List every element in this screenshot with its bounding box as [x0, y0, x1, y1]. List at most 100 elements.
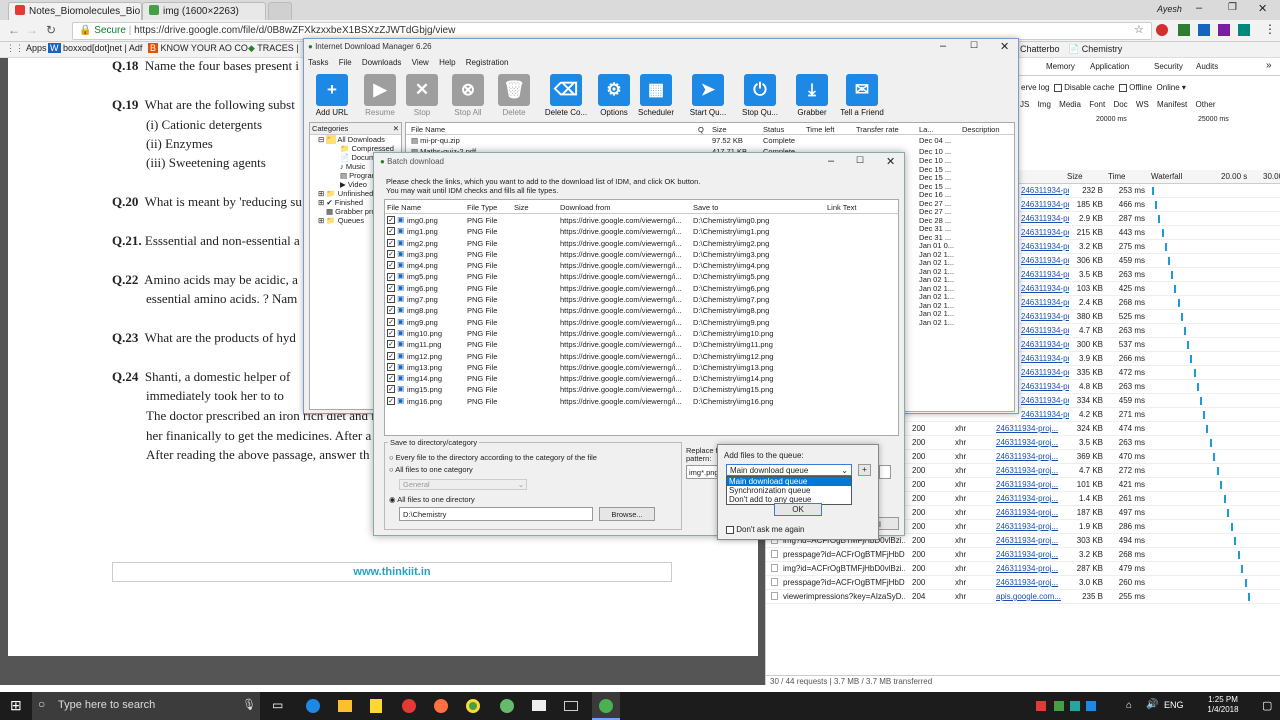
- idm-taskbar-icon[interactable]: [592, 692, 620, 720]
- mail-icon[interactable]: [532, 700, 546, 711]
- batch-row[interactable]: ✓ ▣ img10.png PNG File https://drive.google…: [385, 327, 898, 338]
- initiator[interactable]: 246311934-proj...: [996, 508, 1066, 517]
- maximize-icon[interactable]: ☐: [970, 40, 978, 51]
- initiator[interactable]: 246311934-proj...: [1021, 284, 1069, 293]
- checkbox-checked[interactable]: ✓ ▣: [387, 271, 404, 281]
- initiator[interactable]: 246311934-proj...: [1021, 340, 1069, 349]
- batch-row[interactable]: ✓ ▣ img8.png PNG File https://drive.google.…: [385, 304, 898, 315]
- bookmark-traces[interactable]: ◆ TRACES |: [248, 43, 299, 54]
- initiator[interactable]: 246311934-proj...: [1021, 382, 1069, 391]
- devtools-tab[interactable]: Chatterbo: [1020, 44, 1060, 54]
- initiator[interactable]: 246311934-proj...: [996, 438, 1066, 447]
- tab-memory[interactable]: Memory: [1046, 62, 1075, 71]
- toolbar-button[interactable]: ⌫ Delete Co...: [542, 74, 590, 117]
- network-row[interactable]: viewerimpressions?key=AIzaSyD... 204 xhr ap…: [766, 590, 1280, 604]
- network-row[interactable]: presspage?id=ACFrOgBTMFjHbD... 200 xhr 2463…: [766, 548, 1280, 562]
- firefox-icon[interactable]: [434, 699, 448, 713]
- extension-icon[interactable]: [1218, 24, 1230, 36]
- tab-audits[interactable]: Audits: [1196, 62, 1218, 71]
- checkbox-checked[interactable]: ✓ ▣: [387, 373, 404, 383]
- checkbox-checked[interactable]: ✓ ▣: [387, 396, 404, 405]
- menu-help[interactable]: Help: [439, 58, 455, 67]
- initiator[interactable]: 246311934-proj...: [1021, 312, 1069, 321]
- batch-row[interactable]: ✓ ▣ img13.png PNG File https://drive.google…: [385, 361, 898, 372]
- toolbar-button[interactable]: 🗑 Delete: [490, 74, 538, 117]
- checkbox-checked[interactable]: ✓ ▣: [387, 260, 404, 270]
- bookmark-boxxod[interactable]: W boxxod[dot]net | Adf: [48, 43, 142, 53]
- add-queue-button[interactable]: +: [858, 464, 871, 476]
- initiator[interactable]: 246311934-proj...: [996, 550, 1066, 559]
- toolbar-button[interactable]: ✕ Stop: [398, 74, 446, 117]
- batch-row[interactable]: ✓ ▣ img15.png PNG File https://drive.google…: [385, 383, 898, 394]
- ok-button[interactable]: OK: [774, 503, 822, 516]
- initiator[interactable]: 246311934-proj...: [996, 494, 1066, 503]
- browse-button[interactable]: Browse...: [599, 507, 655, 521]
- initiator[interactable]: 246311934-proj...: [996, 480, 1066, 489]
- category-all[interactable]: ⊟ 📁 All Downloads: [310, 135, 401, 144]
- reload-icon[interactable]: ↻: [46, 23, 56, 37]
- menu-file[interactable]: File: [339, 58, 352, 67]
- file-explorer-icon[interactable]: [338, 700, 352, 712]
- initiator[interactable]: 246311934-proj...: [996, 522, 1066, 531]
- clock[interactable]: 1:25 PM 1/4/2018: [1200, 695, 1246, 715]
- checkbox-checked[interactable]: ✓ ▣: [387, 226, 404, 236]
- tab-img[interactable]: img (1600×2263): [142, 2, 266, 20]
- tray-icon[interactable]: [1054, 701, 1064, 711]
- toolbar-button[interactable]: ⏻ Stop Qu...: [736, 74, 784, 117]
- toolbar-button[interactable]: ▶ Resume: [356, 74, 404, 117]
- checkbox-checked[interactable]: ✓ ▣: [387, 283, 404, 292]
- task-view-icon[interactable]: ▭: [272, 698, 283, 712]
- batch-row[interactable]: ✓ ▣ img16.png PNG File https://drive.google…: [385, 395, 898, 406]
- batch-row[interactable]: ✓ ▣ img11.png PNG File https://drive.google…: [385, 338, 898, 349]
- request-name[interactable]: presspage?id=ACFrOgBTMFjHbD...: [783, 550, 905, 559]
- checkbox-checked[interactable]: ✓ ▣: [387, 384, 404, 394]
- checkbox-checked[interactable]: ✓ ▣: [387, 339, 404, 349]
- initiator[interactable]: 246311934-proj...: [1021, 410, 1069, 419]
- menu-downloads[interactable]: Downloads: [362, 58, 402, 67]
- initiator[interactable]: 246311934-proj...: [996, 536, 1066, 545]
- menu-registration[interactable]: Registration: [466, 58, 509, 67]
- network-row[interactable]: img?id=ACFrOgBTMFjHbD0vlBzi... 200 xhr 2463…: [766, 562, 1280, 576]
- initiator[interactable]: 246311934-proj...: [1021, 186, 1069, 195]
- initiator[interactable]: 246311934-proj...: [996, 466, 1066, 475]
- radio-every-file[interactable]: ○ Every file to the directory according …: [389, 453, 597, 462]
- batch-row[interactable]: ✓ ▣ img7.png PNG File https://drive.google.…: [385, 293, 898, 304]
- profile-name[interactable]: Ayesh: [1157, 4, 1182, 14]
- minimize-icon[interactable]: –: [940, 40, 946, 52]
- more-tabs-icon[interactable]: »: [1266, 60, 1272, 71]
- tray-icon[interactable]: [1036, 701, 1046, 711]
- footer-link[interactable]: www.thinkiit.in: [112, 562, 672, 582]
- checkbox-checked[interactable]: ✓ ▣: [387, 305, 404, 315]
- checkbox-checked[interactable]: ✓ ▣: [387, 215, 404, 225]
- batch-row[interactable]: ✓ ▣ img12.png PNG File https://drive.google…: [385, 350, 898, 361]
- network-icon[interactable]: ⌂: [1126, 700, 1132, 711]
- initiator[interactable]: 246311934-proj...: [1021, 326, 1069, 335]
- initiator[interactable]: 246311934-proj...: [1021, 354, 1069, 363]
- bookmark-know[interactable]: B KNOW YOUR AO CO: [148, 43, 248, 53]
- chrome-icon[interactable]: [466, 699, 480, 713]
- queue-option[interactable]: Main download queue: [727, 477, 851, 486]
- batch-row[interactable]: ✓ ▣ img4.png PNG File https://drive.google.…: [385, 259, 898, 270]
- tab-application[interactable]: Application: [1090, 62, 1129, 71]
- request-name[interactable]: viewerimpressions?key=AIzaSyD...: [783, 592, 905, 601]
- checkbox-checked[interactable]: ✓ ▣: [387, 351, 404, 360]
- initiator[interactable]: 246311934-proj...: [996, 452, 1066, 461]
- new-tab-button[interactable]: [268, 2, 292, 20]
- initiator[interactable]: 246311934-proj...: [1021, 270, 1069, 279]
- taskbar-search[interactable]: ○ Type here to search 🎙: [32, 692, 260, 720]
- devtools-tab[interactable]: 📄 Chemistry: [1068, 44, 1122, 55]
- notifications-icon[interactable]: ▢: [1262, 699, 1272, 712]
- network-row[interactable]: presspage?id=ACFrOgBTMFjHbD... 200 xhr 2463…: [766, 576, 1280, 590]
- initiator[interactable]: apis.google.com...: [996, 592, 1066, 601]
- opera-icon[interactable]: [402, 699, 416, 713]
- close-icon[interactable]: ✕: [886, 155, 895, 168]
- toolbar-button[interactable]: ⚙ Options: [590, 74, 638, 117]
- directory-input[interactable]: D:\Chemistry: [399, 507, 593, 521]
- minimize-icon[interactable]: –: [828, 155, 834, 167]
- toolbar-button[interactable]: ✉ Tell a Friend: [838, 74, 886, 117]
- initiator[interactable]: 246311934-proj...: [1021, 214, 1069, 223]
- toolbar-button[interactable]: + Add URL: [308, 74, 356, 117]
- app-icon[interactable]: [500, 699, 514, 713]
- initiator[interactable]: 246311934-proj...: [1021, 396, 1069, 405]
- download-row[interactable]: ▤ mi-pr-qu.zip 97.52 KB Complete Dec 04 …: [406, 135, 1014, 146]
